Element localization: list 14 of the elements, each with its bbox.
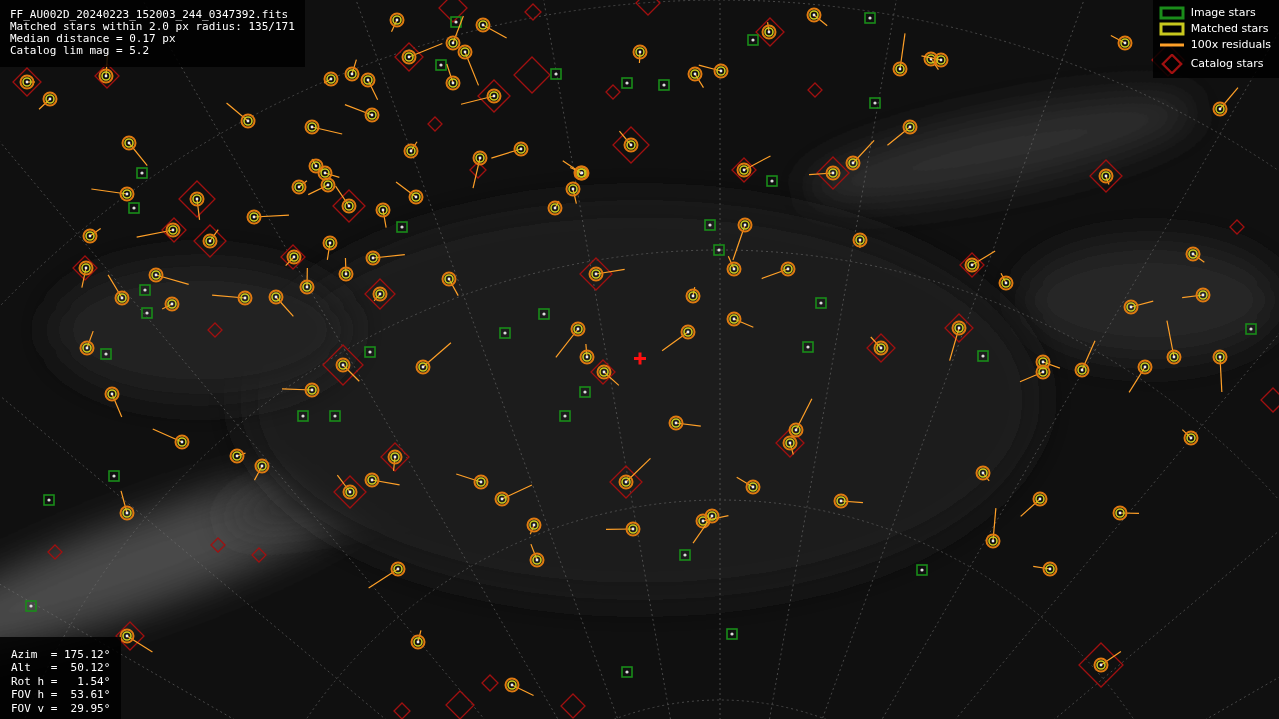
center-cross-icon [634, 352, 646, 365]
legend-label: 100x residuals [1190, 38, 1271, 52]
info-text: Median distance = 0.17 px [10, 33, 177, 45]
info-text: FF_AU002D_20240223_152003_244_0347392.fits [10, 9, 290, 21]
info-text: Catalog lim mag = 5.2 [10, 45, 151, 57]
pointing-text: Alt = 50.12° [11, 661, 111, 675]
legend-label: Catalog stars [1190, 57, 1264, 71]
pointing-text: Rot h = 1.54° [11, 674, 111, 688]
pointing-text: FOV h = 53.61° [11, 688, 111, 702]
legend-label: Matched stars [1190, 22, 1269, 36]
pointing-text: Azim = 175.12° [11, 647, 111, 661]
pointing-text: FOV v = 29.95° [11, 701, 111, 715]
info-text: Matched stars within 2.0 px radius: 135/171 [10, 21, 295, 33]
legend-label: Image stars [1190, 6, 1256, 20]
